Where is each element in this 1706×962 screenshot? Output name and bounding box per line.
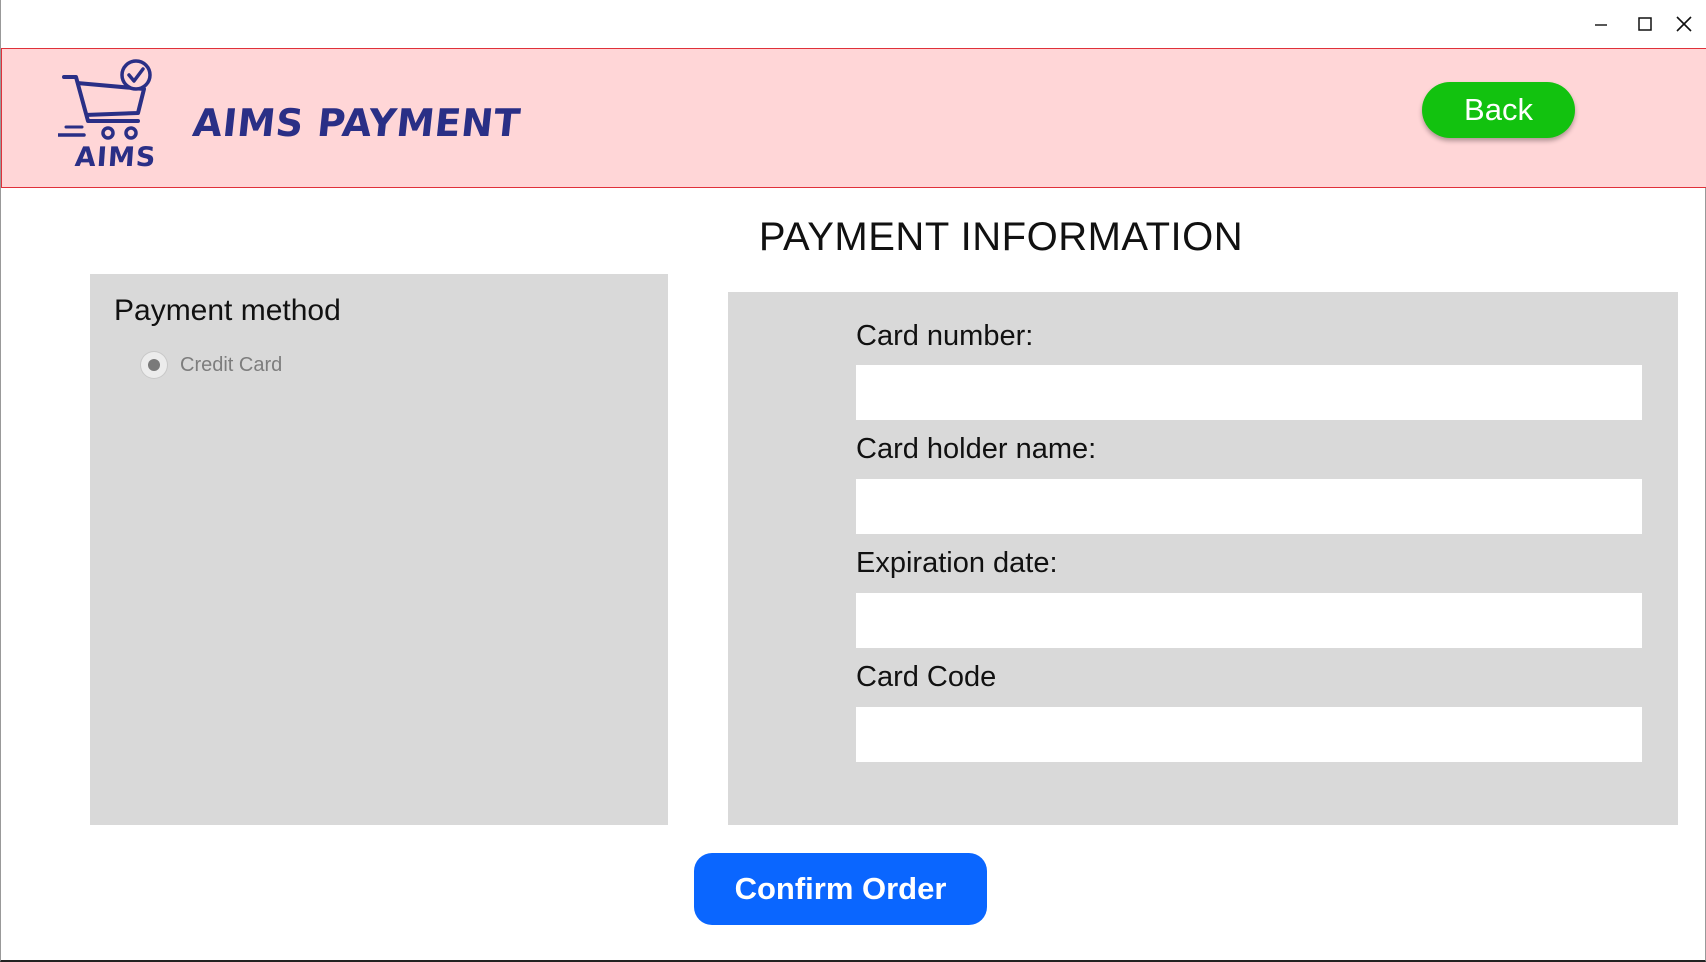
credit-card-option[interactable]: Credit Card (141, 352, 282, 378)
payment-method-panel: Payment method Credit Card (90, 274, 668, 825)
logo-text: AIMS (73, 142, 158, 173)
close-icon[interactable] (1667, 8, 1701, 40)
app-title: AIMS PAYMENT (190, 101, 523, 145)
card-number-label: Card number: (856, 320, 1034, 352)
card-holder-name-input[interactable] (856, 479, 1642, 534)
radio-selected-dot (148, 359, 160, 371)
card-holder-name-label: Card holder name: (856, 433, 1097, 465)
maximize-icon[interactable] (1628, 8, 1662, 40)
back-button[interactable]: Back (1422, 82, 1575, 138)
minimize-icon[interactable] (1584, 8, 1618, 40)
app-header: AIMS AIMS PAYMENT Back (1, 48, 1706, 188)
card-form-panel: Card number: Card holder name: Expiratio… (728, 292, 1678, 825)
radio-label: Credit Card (180, 353, 283, 376)
page-title: PAYMENT INFORMATION (758, 215, 1244, 259)
confirm-order-button[interactable]: Confirm Order (694, 853, 987, 925)
radio-button[interactable] (141, 352, 167, 378)
app-window: AIMS AIMS PAYMENT Back PAYMENT INFORMATI… (0, 0, 1706, 962)
card-number-input[interactable] (856, 365, 1642, 420)
expiration-date-input[interactable] (856, 593, 1642, 648)
card-code-label: Card Code (856, 661, 997, 693)
title-bar (1, 0, 1706, 48)
expiration-date-label: Expiration date: (856, 547, 1058, 579)
payment-method-heading: Payment method (114, 294, 341, 327)
card-code-input[interactable] (856, 707, 1642, 762)
